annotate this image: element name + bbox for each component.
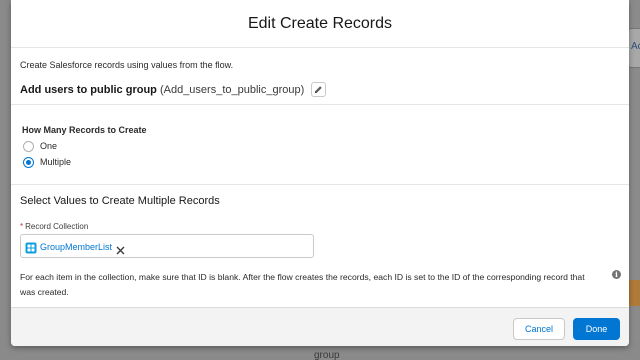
record-collection-help-text: For each item in the collection, make su…	[20, 272, 585, 297]
record-collection-label: * Record Collection	[20, 222, 88, 231]
values-section: Select Values to Create Multiple Records…	[11, 186, 629, 306]
record-collection-label-text: Record Collection	[25, 222, 89, 231]
modal-header: Edit Create Records	[11, 0, 629, 48]
element-label: Add users to public group	[20, 84, 157, 96]
modal-title: Edit Create Records	[247, 15, 393, 32]
element-intro-section: Create Salesforce records using values f…	[11, 49, 629, 105]
background-element-strip	[628, 280, 640, 306]
record-count-label: How Many Records to Create	[22, 125, 147, 135]
radio-one-button[interactable]	[23, 140, 34, 152]
values-section-title: Select Values to Create Multiple Records	[20, 195, 220, 207]
edit-element-button[interactable]	[311, 82, 327, 97]
radio-option-multiple[interactable]: Multiple	[23, 155, 71, 169]
edit-create-records-modal: Edit Create Records Create Salesforce re…	[11, 0, 629, 346]
collection-icon	[25, 241, 37, 253]
radio-multiple-label: Multiple	[40, 157, 72, 167]
cancel-button[interactable]: Cancel	[513, 318, 565, 340]
close-icon[interactable]	[116, 242, 125, 255]
element-description: Create Salesforce records using values f…	[20, 60, 234, 70]
background-tab-label: Ac	[631, 41, 640, 52]
element-name-line: Add users to public group (Add_users_to_…	[20, 82, 327, 97]
background-node-label: group	[314, 350, 340, 360]
record-collection-input[interactable]: GroupMemberList	[20, 234, 314, 258]
radio-multiple-button[interactable]	[23, 156, 34, 168]
record-collection-value: GroupMemberList	[40, 241, 113, 252]
background-tab: Ac	[628, 28, 640, 68]
record-collection-pill[interactable]: GroupMemberList	[25, 239, 125, 255]
done-button[interactable]: Done	[573, 318, 620, 340]
info-icon[interactable]: i	[612, 270, 621, 279]
radio-option-one[interactable]: One	[23, 139, 57, 153]
record-count-section: How Many Records to Create One Multiple	[11, 106, 629, 185]
pencil-icon	[315, 86, 323, 94]
required-asterisk: *	[20, 222, 24, 231]
radio-one-label: One	[40, 141, 58, 151]
element-api-name: (Add_users_to_public_group)	[159, 84, 305, 96]
modal-footer: Cancel Done	[11, 307, 629, 346]
